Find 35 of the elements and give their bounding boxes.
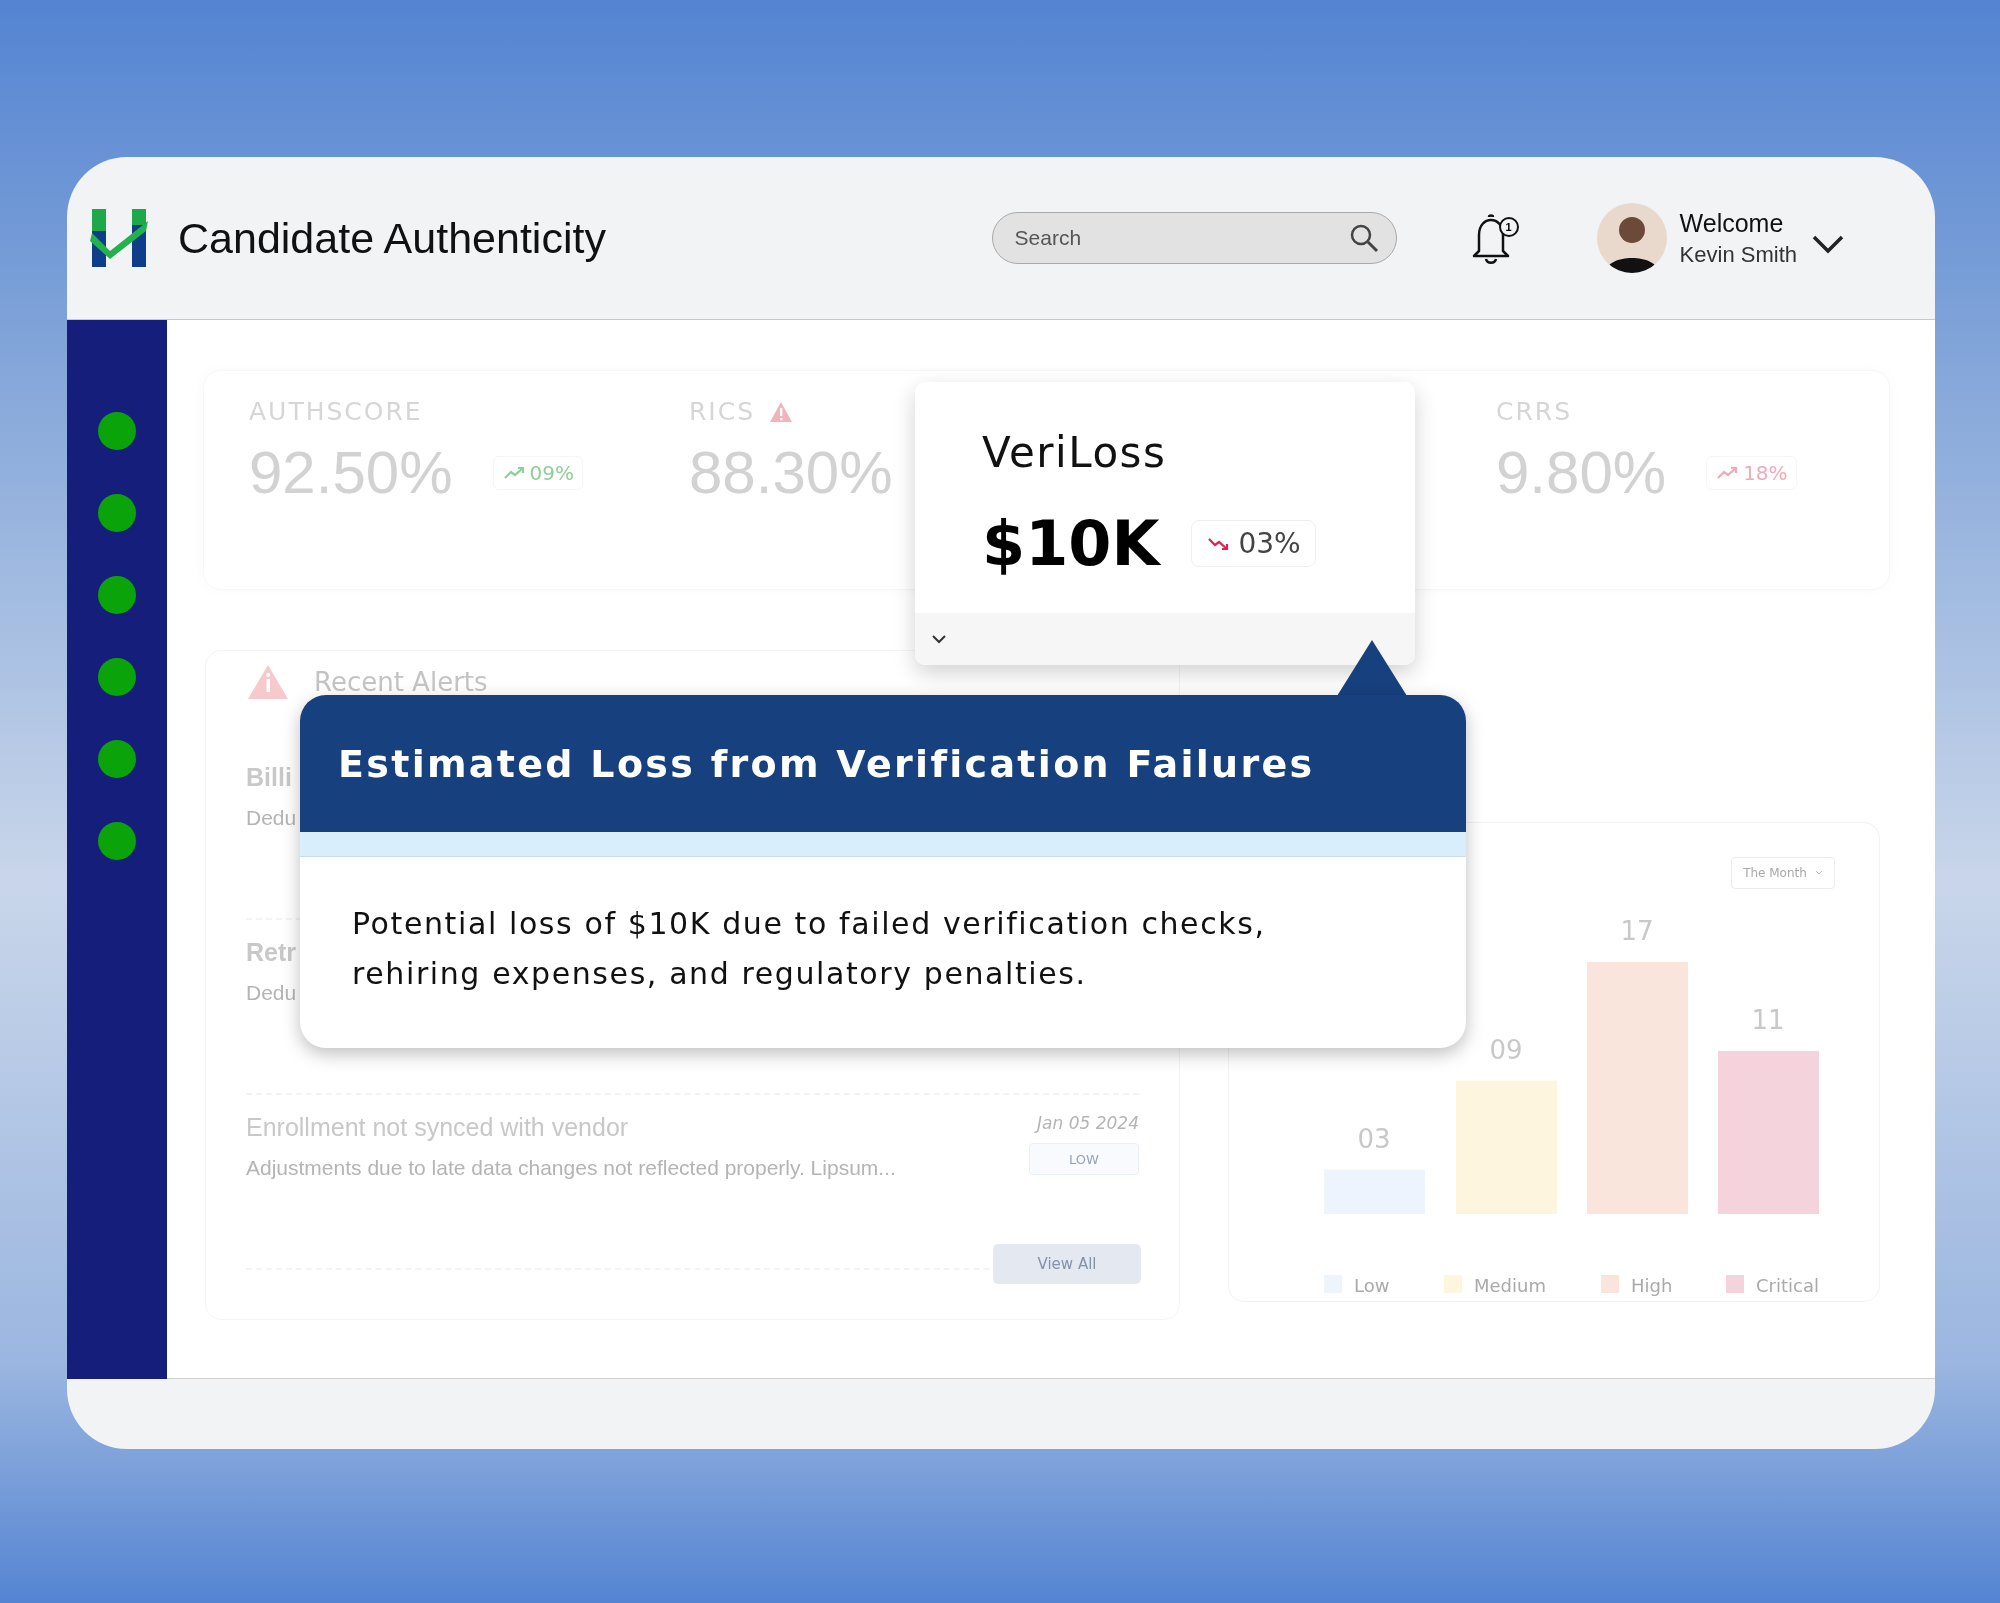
legend-label: Medium xyxy=(1474,1275,1546,1296)
trend-badge: 03% xyxy=(1191,520,1316,567)
view-all-button[interactable]: View All xyxy=(993,1244,1141,1284)
period-dropdown[interactable]: The Month xyxy=(1731,857,1835,889)
legend-label: Low xyxy=(1354,1275,1390,1296)
trend-badge: 09% xyxy=(492,455,583,490)
sidebar-item[interactable] xyxy=(98,494,136,532)
tooltip-title: Estimated Loss from Verification Failures xyxy=(338,741,1315,786)
alerts-title: Recent Alerts xyxy=(314,667,488,697)
warning-icon xyxy=(246,663,290,701)
chevron-down-icon xyxy=(1814,870,1823,876)
legend-label: High xyxy=(1631,1275,1673,1296)
sidebar-item[interactable] xyxy=(98,412,136,450)
logo-icon xyxy=(88,207,150,269)
welcome-label: Welcome xyxy=(1679,208,1785,238)
veriloss-title: VeriLoss xyxy=(982,428,1168,477)
tooltip-text: Potential loss of $10K due to failed verification checks, rehiring expenses, and regulatory penalties. xyxy=(352,906,1266,991)
sidebar-item[interactable] xyxy=(98,576,136,614)
sidebar-item[interactable] xyxy=(98,658,136,696)
notification-badge: 1 xyxy=(1498,217,1519,237)
chevron-down-icon[interactable] xyxy=(1811,233,1845,255)
alert-description: Dedu xyxy=(246,806,297,830)
veriloss-value: $10K xyxy=(982,507,1160,580)
alert-description: Adjustments due to late data changes not reflected properly. Lipsum... xyxy=(246,1156,896,1180)
priority-badge: LOW xyxy=(1029,1143,1139,1175)
user-name: Kevin Smith xyxy=(1679,241,1797,268)
alert-description: Dedu xyxy=(246,981,297,1005)
app-title: Candidate Authenticity xyxy=(178,213,606,263)
search-field[interactable]: Search xyxy=(991,212,1397,264)
trend-badge: 18% xyxy=(1706,455,1797,490)
sidebar-item[interactable] xyxy=(98,740,136,778)
legend-label: Critical xyxy=(1756,1275,1819,1296)
sidebar-item[interactable] xyxy=(98,822,136,860)
search-icon[interactable] xyxy=(1348,223,1379,253)
chevron-down-icon[interactable] xyxy=(931,634,947,644)
